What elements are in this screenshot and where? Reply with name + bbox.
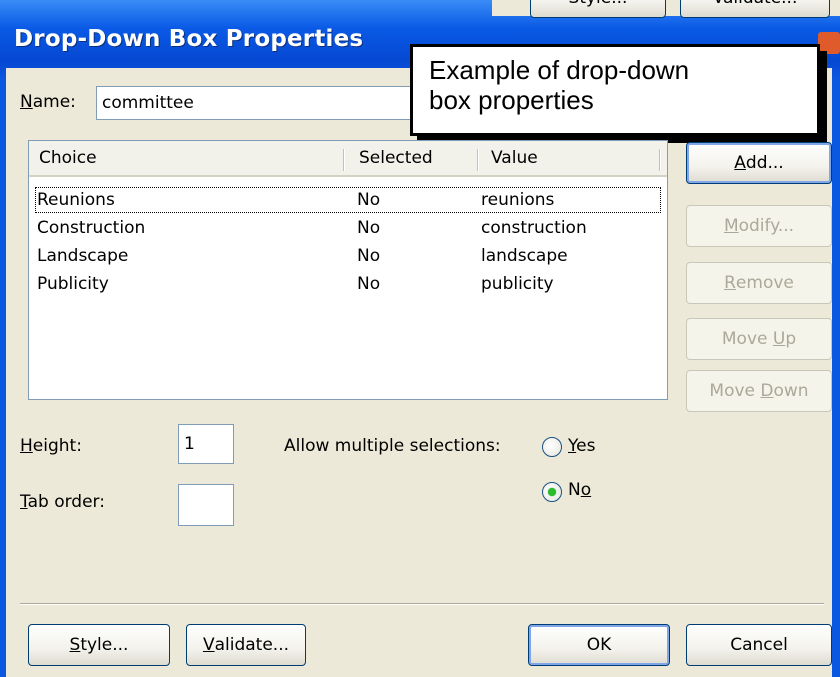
row-selected: No xyxy=(357,190,381,210)
table-row[interactable]: Reunions No reunions xyxy=(35,187,661,213)
row-selected: No xyxy=(357,218,381,238)
row-choice: Landscape xyxy=(37,246,129,266)
row-selected: No xyxy=(357,274,381,294)
list-header: Choice Selected Value xyxy=(29,141,667,177)
callout-line-1: Example of drop-down xyxy=(429,55,690,85)
modify-button[interactable]: Modify... xyxy=(686,205,832,247)
tab-order-label: Tab order: xyxy=(20,492,105,512)
table-row[interactable]: Construction No construction xyxy=(35,215,673,241)
ok-button[interactable]: OK xyxy=(528,624,670,666)
row-choice: Reunions xyxy=(37,190,115,210)
name-input[interactable] xyxy=(96,86,436,120)
row-choice: Publicity xyxy=(37,274,109,294)
no-radio[interactable] xyxy=(542,482,562,502)
name-label: Name: xyxy=(20,92,76,112)
cancel-button[interactable]: Cancel xyxy=(686,624,832,666)
column-separator[interactable] xyxy=(343,149,345,171)
move-down-button[interactable]: Move Down xyxy=(686,370,832,412)
annotation-callout: Example of drop-down box properties xyxy=(410,44,820,136)
remove-button[interactable]: Remove xyxy=(686,262,832,304)
multiple-selection-label: Allow multiple selections: xyxy=(284,436,501,456)
height-input[interactable] xyxy=(178,424,234,464)
close-icon[interactable] xyxy=(818,32,840,54)
background-validate-button[interactable]: Validate... xyxy=(680,0,830,18)
column-header-selected[interactable]: Selected xyxy=(349,141,475,175)
background-style-label: Style... xyxy=(569,0,628,8)
table-row[interactable]: Landscape No landscape xyxy=(35,243,673,269)
dialog-title: Drop-Down Box Properties xyxy=(14,26,364,52)
validate-button[interactable]: Validate... xyxy=(186,624,306,666)
row-selected: No xyxy=(357,246,381,266)
table-row[interactable]: Publicity No publicity xyxy=(35,271,673,297)
row-value: reunions xyxy=(481,190,555,210)
row-value: construction xyxy=(481,218,587,238)
callout-line-2: box properties xyxy=(429,85,594,115)
yes-radio[interactable] xyxy=(542,437,562,457)
add-button[interactable]: Add... xyxy=(686,142,832,184)
style-button[interactable]: Style... xyxy=(28,624,170,666)
row-value: landscape xyxy=(481,246,568,266)
column-separator[interactable] xyxy=(659,149,661,171)
height-label: Height: xyxy=(20,436,82,456)
row-choice: Construction xyxy=(37,218,146,238)
background-validate-label: Validate... xyxy=(713,0,798,8)
radio-selected-dot xyxy=(548,488,556,496)
column-header-value[interactable]: Value xyxy=(481,141,657,175)
row-value: publicity xyxy=(481,274,554,294)
column-header-choice[interactable]: Choice xyxy=(29,141,341,175)
choices-list[interactable]: Choice Selected Value Reunions No reunio… xyxy=(28,140,668,400)
no-radio-label[interactable]: No xyxy=(568,480,591,500)
move-up-button[interactable]: Move Up xyxy=(686,318,832,360)
divider xyxy=(20,603,824,605)
tab-order-input[interactable] xyxy=(178,484,234,526)
column-separator[interactable] xyxy=(477,149,479,171)
yes-radio-label[interactable]: Yes xyxy=(568,436,595,456)
background-style-button[interactable]: Style... xyxy=(530,0,666,18)
